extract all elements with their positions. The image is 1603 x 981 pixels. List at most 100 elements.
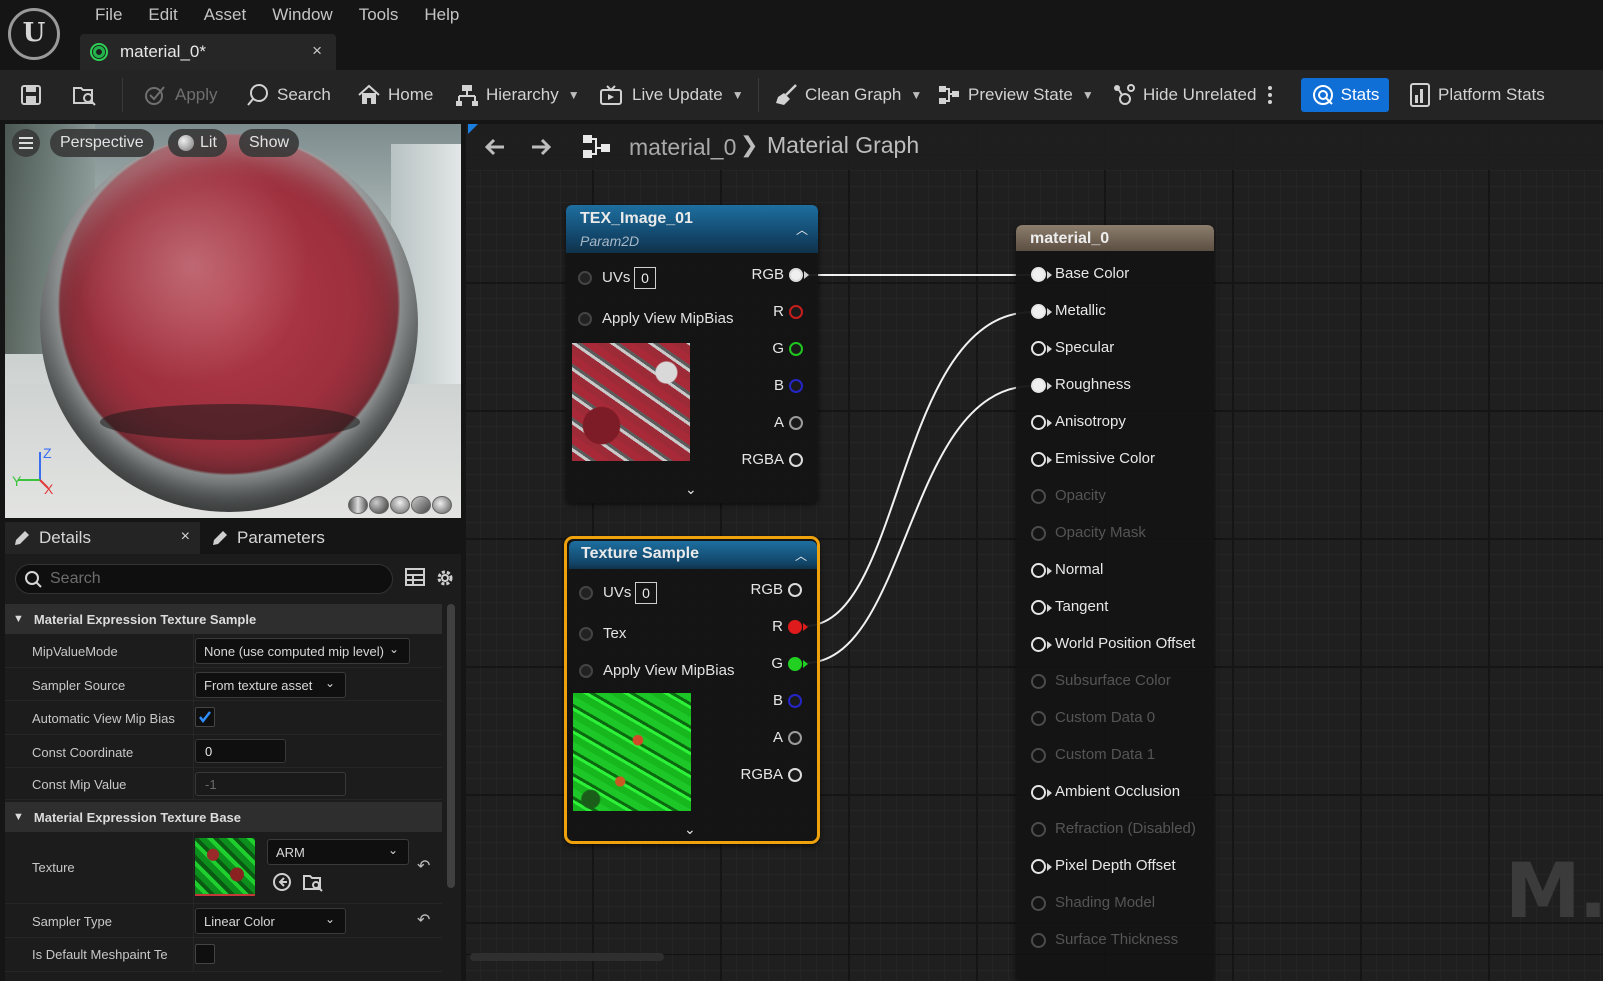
pin-label-custom-data-1: Custom Data 1 <box>1055 746 1156 763</box>
opacity-input-pin <box>1031 489 1046 504</box>
specular-input-pin[interactable] <box>1031 341 1046 356</box>
graph-horizontal-scrollbar[interactable] <box>470 953 664 961</box>
tex-input-pin[interactable] <box>579 627 593 641</box>
pin-arrow-icon <box>1047 863 1052 871</box>
rgb-output-pin[interactable] <box>788 583 802 597</box>
pin-arrow-icon <box>1047 419 1052 427</box>
surface-thickness-input-pin <box>1031 933 1046 948</box>
uvs-input-pin[interactable] <box>579 586 593 600</box>
refraction-input-pin <box>1031 822 1046 837</box>
pin-label-roughness: Roughness <box>1055 376 1131 393</box>
g-output-label: G <box>772 340 784 357</box>
uvs-input-pin[interactable] <box>578 271 592 285</box>
r-output-label: R <box>773 303 784 320</box>
g-output-pin[interactable] <box>788 657 802 671</box>
pin-label-opacity: Opacity <box>1055 487 1106 504</box>
pin-arrow-icon <box>803 660 808 668</box>
rgb-output-pin[interactable] <box>789 268 803 282</box>
mipbias-input-pin[interactable] <box>579 664 593 678</box>
pin-arrow-icon <box>1047 345 1052 353</box>
r-output-label: R <box>772 618 783 635</box>
expand-chevron-icon[interactable]: ⌄ <box>685 481 697 498</box>
pin-arrow-icon <box>1047 271 1052 279</box>
a-output-label: A <box>773 414 784 431</box>
ao-input-pin[interactable] <box>1031 785 1046 800</box>
pin-label-tangent: Tangent <box>1055 598 1109 615</box>
r-output-pin[interactable] <box>789 305 803 319</box>
pin-label-subsurface-color: Subsurface Color <box>1055 672 1171 689</box>
node-title: Texture Sample <box>581 545 699 562</box>
pin-label-normal: Normal <box>1055 561 1104 578</box>
pin-label-refraction: Refraction (Disabled) <box>1055 820 1196 837</box>
pin-label-surface-thickness: Surface Thickness <box>1055 931 1179 948</box>
node-title: material_0 <box>1030 230 1110 247</box>
rgba-output-pin[interactable] <box>788 768 802 782</box>
node-texture-sample[interactable]: Texture Sample ︿ UVs 0 Tex Apply View Mi… <box>564 536 820 844</box>
a-output-label: A <box>772 729 783 746</box>
pin-arrow-icon <box>1047 382 1052 390</box>
pin-label-opacity-mask: Opacity Mask <box>1055 524 1146 541</box>
wire-r-metallic <box>804 311 1034 627</box>
pin-arrow-icon <box>1047 604 1052 612</box>
b-output-label: B <box>773 377 784 394</box>
b-output-label: B <box>772 692 783 709</box>
b-output-pin[interactable] <box>789 379 803 393</box>
pin-label-world-position-offset: World Position Offset <box>1055 635 1196 652</box>
mipbias-label: Apply View MipBias <box>602 310 734 327</box>
pin-label-pixel-depth-offset: Pixel Depth Offset <box>1055 857 1176 874</box>
emissive-input-pin[interactable] <box>1031 452 1046 467</box>
shading-model-input-pin <box>1031 896 1046 911</box>
pin-label-shading-model: Shading Model <box>1055 894 1156 911</box>
pin-label-metallic: Metallic <box>1055 302 1106 319</box>
basecolor-input-pin[interactable] <box>1031 267 1046 282</box>
rgba-output-pin[interactable] <box>789 453 803 467</box>
texture-preview-thumbnail <box>572 343 690 461</box>
pin-arrow-icon <box>1047 456 1052 464</box>
uvs-label: UVs <box>603 584 632 601</box>
pdo-input-pin[interactable] <box>1031 859 1046 874</box>
pin-arrow-icon <box>1047 789 1052 797</box>
g-output-pin[interactable] <box>789 342 803 356</box>
r-output-pin[interactable] <box>788 620 802 634</box>
normal-input-pin[interactable] <box>1031 563 1046 578</box>
custom-data-0-input-pin <box>1031 711 1046 726</box>
pin-label-specular: Specular <box>1055 339 1115 356</box>
pin-label-custom-data-0: Custom Data 0 <box>1055 709 1156 726</box>
uvs-value-input[interactable]: 0 <box>635 582 657 604</box>
pin-label-emissive-color: Emissive Color <box>1055 450 1156 467</box>
rgba-output-label: RGBA <box>741 451 784 468</box>
rgba-output-label: RGBA <box>740 766 783 783</box>
node-title: TEX_Image_01 <box>580 210 693 227</box>
pin-arrow-icon <box>1047 641 1052 649</box>
rgb-output-label: RGB <box>751 266 784 283</box>
custom-data-1-input-pin <box>1031 748 1046 763</box>
anisotropy-input-pin[interactable] <box>1031 415 1046 430</box>
rgb-output-label: RGB <box>750 581 783 598</box>
b-output-pin[interactable] <box>788 694 802 708</box>
opacity-mask-input-pin <box>1031 526 1046 541</box>
roughness-input-pin[interactable] <box>1031 378 1046 393</box>
collapse-chevron-icon[interactable]: ︿ <box>796 221 808 238</box>
a-output-pin[interactable] <box>789 416 803 430</box>
graph-watermark: M. <box>1505 846 1603 935</box>
node-subtitle: Param2D <box>580 233 640 249</box>
g-output-label: G <box>771 655 783 672</box>
wpo-input-pin[interactable] <box>1031 637 1046 652</box>
expand-chevron-icon[interactable]: ⌄ <box>684 821 696 838</box>
pin-label-base-color: Base Color <box>1055 265 1130 282</box>
metallic-input-pin[interactable] <box>1031 304 1046 319</box>
collapse-chevron-icon[interactable]: ︿ <box>795 547 807 564</box>
tex-label: Tex <box>603 625 627 642</box>
texture-preview-thumbnail <box>573 693 691 811</box>
pin-label-anisotropy: Anisotropy <box>1055 413 1126 430</box>
node-material-result[interactable]: material_0 Base Color Metallic Specular … <box>1016 225 1214 981</box>
pin-label-ambient-occlusion: Ambient Occlusion <box>1055 783 1181 800</box>
tangent-input-pin[interactable] <box>1031 600 1046 615</box>
subsurface-input-pin <box>1031 674 1046 689</box>
pin-arrow-icon <box>1047 567 1052 575</box>
node-tex-image-01[interactable]: TEX_Image_01 Param2D ︿ UVs 0 Apply View … <box>566 205 818 503</box>
mipbias-input-pin[interactable] <box>578 312 592 326</box>
a-output-pin[interactable] <box>788 731 802 745</box>
uvs-value-input[interactable]: 0 <box>634 267 656 289</box>
uvs-label: UVs <box>602 269 631 286</box>
